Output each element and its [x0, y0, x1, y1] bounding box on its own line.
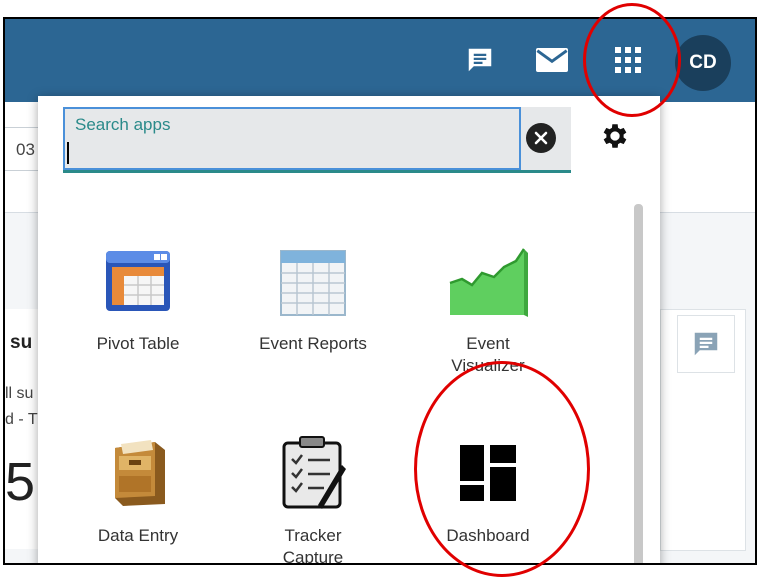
search-input[interactable]: Search apps	[63, 107, 521, 170]
apps-grid-icon[interactable]	[611, 43, 645, 77]
card-title: su	[10, 332, 33, 353]
app-data-entry[interactable]: Data Entry	[63, 433, 213, 547]
app-menu-panel: Search apps Pivot Table Event Reports Ev…	[38, 96, 660, 565]
app-tracker-capture[interactable]: Tracker Capture	[238, 433, 388, 565]
app-label: Data Entry	[97, 526, 179, 545]
app-pivot-table[interactable]: Pivot Table	[63, 241, 213, 355]
screenshot-frame: CD 03 su ll su d - T 5 Search apps Pivot…	[3, 17, 757, 565]
text-cursor	[67, 142, 69, 164]
search-label: Search apps	[75, 115, 171, 134]
app-label: Dashboard	[446, 526, 530, 545]
search-apps-field[interactable]: Search apps	[63, 107, 571, 173]
app-label: Pivot Table	[96, 334, 180, 353]
app-dashboard[interactable]: Dashboard	[413, 433, 563, 547]
app-label: Event Reports	[259, 334, 367, 353]
comment-icon	[694, 332, 718, 356]
clear-search-icon[interactable]	[526, 123, 556, 153]
app-label: Event Visualizer	[451, 334, 525, 375]
chat-icon[interactable]	[463, 43, 497, 77]
interpretations-button[interactable]	[677, 315, 735, 373]
app-label: Tracker Capture	[282, 526, 344, 565]
event-reports-icon	[273, 241, 353, 321]
event-visualizer-icon	[448, 241, 528, 321]
scrollbar-thumb[interactable]	[634, 204, 643, 563]
app-event-visualizer[interactable]: Event Visualizer	[413, 241, 563, 377]
avatar[interactable]: CD	[675, 35, 731, 91]
pivot-table-icon	[98, 241, 178, 321]
app-event-reports[interactable]: Event Reports	[238, 241, 388, 355]
card-value: 5	[5, 452, 36, 512]
data-entry-icon	[98, 433, 178, 513]
dashboard-icon	[448, 433, 528, 513]
tracker-capture-icon	[273, 433, 353, 513]
mail-icon[interactable]	[535, 43, 569, 77]
gear-icon[interactable]	[598, 119, 632, 153]
header-bar: CD	[5, 19, 755, 102]
